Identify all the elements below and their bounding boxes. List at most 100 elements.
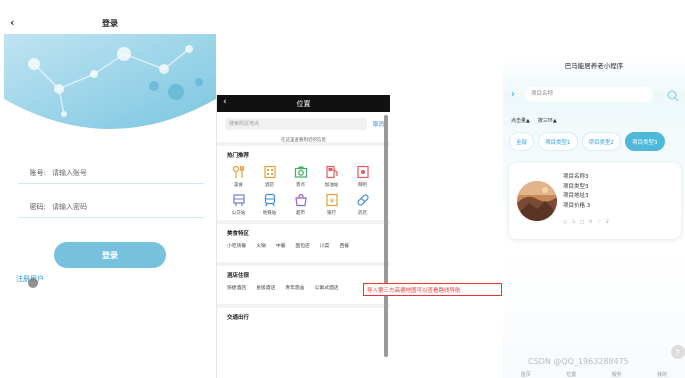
nav-service[interactable]: 服务 [612, 371, 622, 378]
project-info: 项目名称3 项目类型3 项目地址3 项目价格 3 [563, 173, 590, 211]
sort-bar: 点击量▲ 按三环▲ [511, 117, 557, 124]
hotel-item[interactable]: 公寓式酒店 [315, 284, 339, 291]
shopping-icon [293, 192, 309, 208]
project-card[interactable]: 项目名称3 项目类型3 项目地址3 项目价格 3 ○ 3 □ 0 ♡ 2 [509, 163, 681, 239]
back-icon[interactable]: ‹ [10, 16, 15, 29]
search-hint: 在这里查看附近的信息 [217, 137, 390, 146]
views-count: 3 [571, 220, 575, 225]
project-search-input[interactable] [525, 86, 653, 102]
location-header: ‹ 位置 [217, 95, 390, 112]
food-item[interactable]: 川菜 [320, 242, 330, 249]
category-scenic[interactable]: 景点 [289, 164, 312, 188]
scrollbar[interactable] [384, 115, 388, 357]
traffic-section-title: 交通出行 [227, 315, 250, 321]
monitor-icon [355, 164, 371, 180]
account-input[interactable] [52, 168, 172, 177]
traffic-section: 交通出行 [217, 308, 390, 321]
project-screen: 巴马能居养老小程序 › 点击量▲ 按三环▲ 全部 项目类型1 项目类型2 项目类… [503, 55, 685, 378]
password-input[interactable] [52, 202, 172, 211]
watermark: CSDN @QQ_1963288475 [528, 357, 629, 366]
hotel-icon [262, 164, 278, 180]
molecule-banner [4, 34, 216, 139]
hotel-section-title: 酒店住宿 [227, 273, 250, 279]
likes-icon: ♡ [596, 220, 601, 225]
category-hotel[interactable]: 酒店 [258, 164, 281, 188]
category-label: 美食 [234, 183, 243, 188]
category-netcafe[interactable]: 网吧 [351, 164, 374, 188]
bank-icon: ¥ [324, 192, 340, 208]
category-subway[interactable]: 地铁站 [258, 192, 281, 216]
bottom-nav: 首页 位置 服务 我的 [503, 371, 685, 378]
category-bank[interactable]: ¥ 银行 [320, 192, 343, 216]
food-item[interactable]: 面包店 [295, 242, 309, 249]
category-pharmacy[interactable]: 药店 [351, 192, 374, 216]
food-item[interactable]: 小吃快餐 [227, 242, 246, 249]
nav-home[interactable]: 首页 [521, 371, 531, 378]
password-row: 密码: [18, 196, 204, 218]
password-label: 密码: [29, 202, 46, 211]
nav-mine[interactable]: 我的 [657, 371, 667, 378]
category-label: 地铁站 [262, 211, 277, 216]
chevron-right-icon[interactable]: › [511, 89, 521, 100]
app-title: 巴马能居养老小程序 [564, 62, 624, 70]
category-gas[interactable]: 加油站 [320, 164, 343, 188]
login-form: 账号: 密码: [18, 162, 204, 230]
account-row: 账号: [18, 162, 204, 184]
project-price: 项目价格 3 [563, 202, 591, 209]
hot-section-title: 热门推荐 [227, 153, 250, 159]
hotel-item[interactable]: 星级酒店 [256, 284, 275, 291]
food-item[interactable]: 火锅 [256, 242, 266, 249]
bus-stop-icon [231, 192, 247, 208]
camera-icon [293, 164, 309, 180]
food-icon [231, 164, 247, 180]
food-section: 美食特区 小吃快餐 火锅 中餐 面包店 川菜 西餐 [217, 224, 390, 266]
type-tabs: 全部 项目类型1 项目类型2 项目类型3 [509, 132, 665, 151]
category-food[interactable]: 美食 [227, 164, 250, 188]
annotation-note: 导入第三方高德地图可以查看路线导航 [363, 283, 502, 296]
cancel-button[interactable]: 取消 [373, 120, 384, 128]
project-search-bar: › [511, 84, 681, 104]
back-icon[interactable]: ‹ [223, 97, 227, 107]
category-label: 酒店 [265, 183, 274, 188]
project-type: 项目类型3 [563, 183, 589, 190]
pill-icon [355, 192, 371, 208]
search-icon[interactable] [667, 87, 679, 102]
svg-text:¥: ¥ [329, 197, 334, 205]
tab-type-2[interactable]: 项目类型2 [581, 132, 622, 151]
category-label: 加油站 [324, 183, 339, 188]
category-label: 网吧 [358, 183, 367, 188]
tab-type-1[interactable]: 项目类型1 [538, 132, 578, 151]
likes-count: 2 [606, 220, 609, 225]
login-screen: ‹ 登录 账号: 请输入账号 密码: 登录 [4, 12, 216, 378]
account-label: 账号: [29, 168, 46, 177]
location-screen: ‹ 位置 取消 在这里查看附近的信息 热门推荐 美食 酒店 景点 加油站 [216, 95, 390, 378]
tab-all[interactable]: 全部 [509, 132, 535, 151]
nav-location[interactable]: 位置 [566, 371, 576, 378]
login-header: ‹ 登录 [4, 12, 216, 34]
food-item[interactable]: 中餐 [276, 242, 286, 249]
hot-section: 热门推荐 美食 酒店 景点 加油站 网吧 公交站 地铁站 超市 ¥ 银行 药店 [217, 146, 390, 224]
sort-clicks[interactable]: 点击量▲ [511, 117, 530, 124]
hotel-item[interactable]: 青年旅舍 [285, 284, 304, 291]
location-search-input[interactable] [225, 118, 367, 130]
category-label: 药店 [358, 211, 367, 216]
project-thumbnail [517, 181, 557, 221]
sort-ring[interactable]: 按三环▲ [538, 117, 557, 124]
comments-icon: □ [579, 220, 585, 225]
category-supermarket[interactable]: 超市 [289, 192, 312, 216]
hotel-item[interactable]: 快捷酒店 [227, 284, 246, 291]
food-item[interactable]: 西餐 [339, 242, 349, 249]
category-label: 银行 [327, 211, 336, 216]
category-label: 超市 [296, 211, 305, 216]
gas-station-icon [324, 164, 340, 180]
project-name: 项目名称3 [563, 174, 589, 180]
category-label: 公交站 [231, 211, 246, 216]
category-bus[interactable]: 公交站 [227, 192, 250, 216]
login-button[interactable]: 登录 [54, 242, 166, 268]
comments-count: 0 [589, 220, 592, 225]
project-stats: ○ 3 □ 0 ♡ 2 [563, 220, 609, 225]
subway-icon [262, 192, 278, 208]
tab-type-3[interactable]: 项目类型3 [625, 132, 665, 151]
back-to-top-icon[interactable]: ↑ [671, 345, 685, 359]
location-title: 位置 [296, 99, 311, 108]
